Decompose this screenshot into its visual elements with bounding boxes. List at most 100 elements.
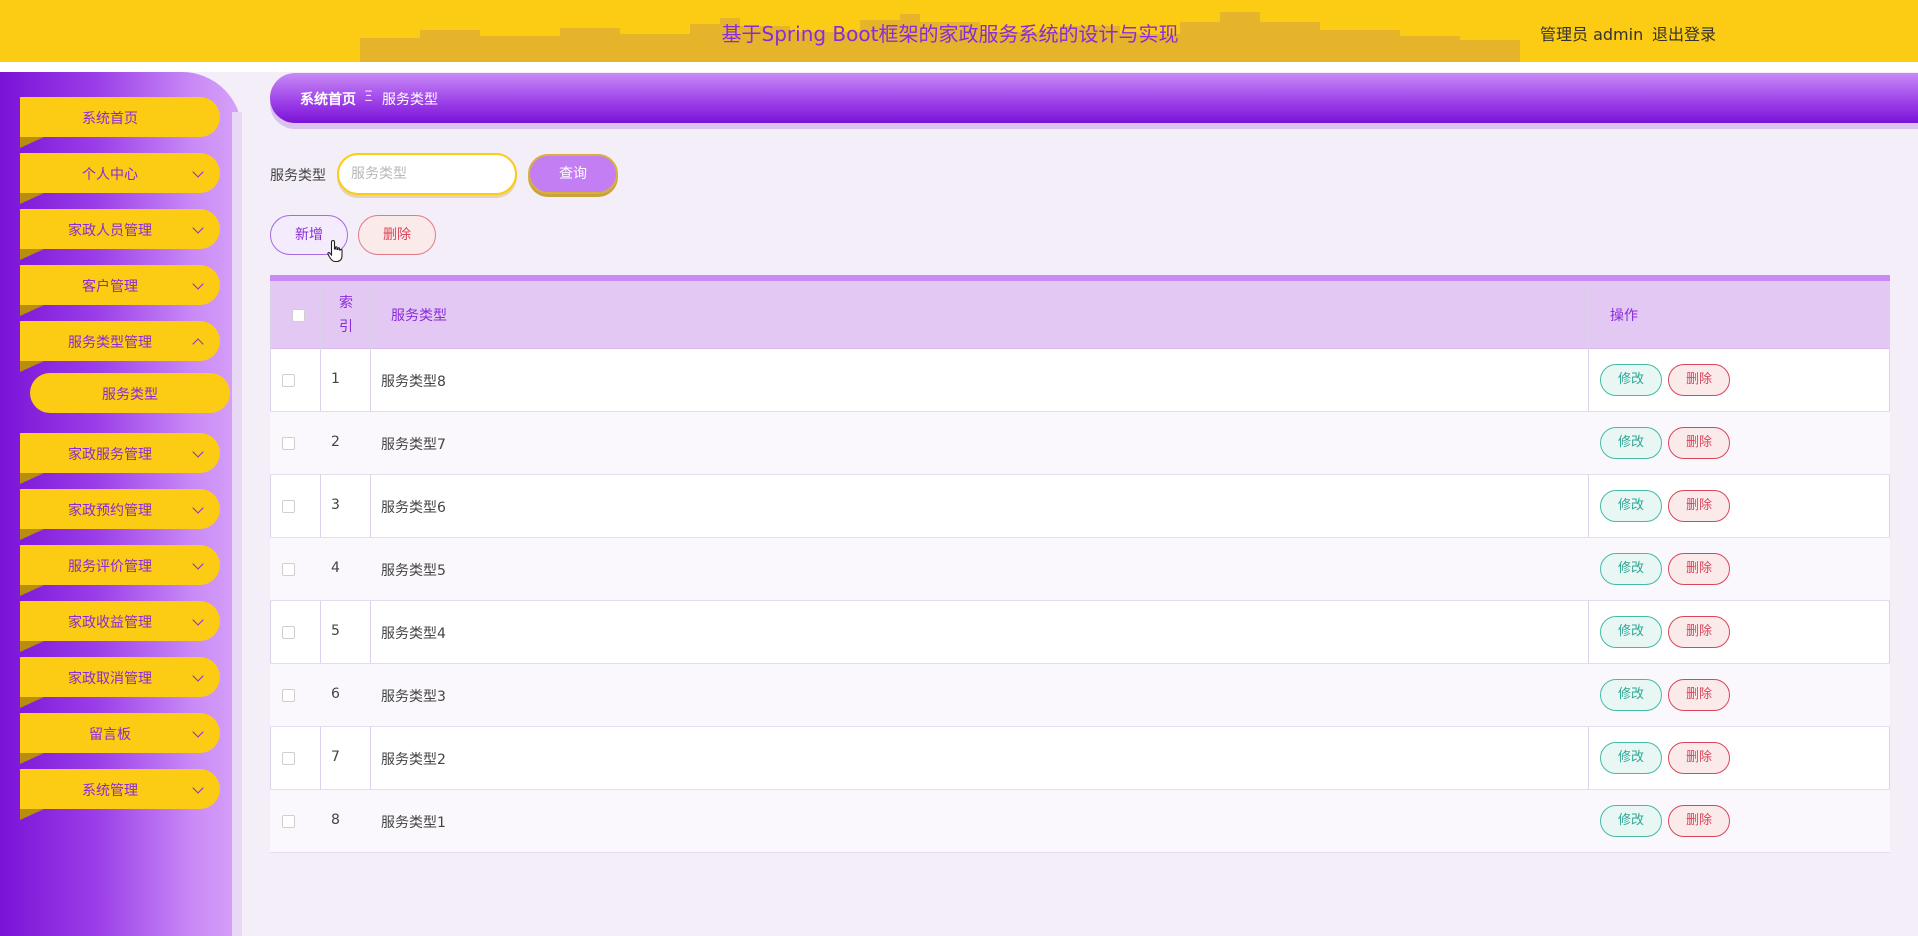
delete-button[interactable]: 删除 [1668, 742, 1730, 774]
row-checkbox[interactable] [282, 752, 295, 765]
edit-button[interactable]: 修改 [1600, 805, 1662, 837]
sidebar-item-message-board[interactable]: 留言板 [20, 713, 220, 764]
row-checkbox[interactable] [282, 374, 295, 387]
sidebar-item-appointments[interactable]: 家政预约管理 [20, 489, 220, 540]
search-input[interactable] [337, 153, 517, 195]
edit-button[interactable]: 修改 [1600, 616, 1662, 648]
table-row: 3 服务类型6 修改 删除 [270, 475, 1890, 538]
sidebar-item-profile[interactable]: 个人中心 [20, 153, 220, 204]
th-index-line2: 引 [339, 319, 353, 335]
row-service-type: 服务类型8 [381, 374, 446, 390]
service-type-table: 索 引 服务类型 操作 1 服务类型8 修改 删除 2 服务类型7 修改 删除 … [270, 275, 1890, 853]
delete-button[interactable]: 删除 [1668, 490, 1730, 522]
sidebar-item-system[interactable]: 系统管理 [20, 769, 220, 820]
th-index-line1: 索 [339, 295, 353, 311]
edit-button[interactable]: 修改 [1600, 679, 1662, 711]
ribbon-fold [20, 249, 44, 260]
sidebar-item-label: 家政收益管理 [68, 615, 152, 631]
sidebar-item-label: 系统管理 [82, 783, 138, 799]
row-service-type: 服务类型5 [381, 563, 446, 579]
delete-button[interactable]: 删除 [1668, 553, 1730, 585]
row-service-type: 服务类型7 [381, 437, 446, 453]
table-row: 2 服务类型7 修改 删除 [270, 412, 1890, 475]
sidebar-item-label: 家政取消管理 [68, 671, 152, 687]
ribbon-fold [20, 473, 44, 484]
table-row: 5 服务类型4 修改 删除 [270, 601, 1890, 664]
top-header: 基于Spring Boot框架的家政服务系统的设计与实现 管理员 admin 退… [0, 0, 1918, 62]
row-index: 4 [331, 560, 340, 576]
table-row: 8 服务类型1 修改 删除 [270, 790, 1890, 853]
row-service-type: 服务类型3 [381, 689, 446, 705]
delete-button[interactable]: 删除 [1668, 364, 1730, 396]
sidebar-item-label: 家政服务管理 [68, 447, 152, 463]
row-index: 8 [331, 812, 340, 828]
row-service-type: 服务类型2 [381, 752, 446, 768]
sidebar-item-label: 系统首页 [82, 111, 138, 127]
breadcrumb-home[interactable]: 系统首页 [300, 89, 356, 109]
delete-button[interactable]: 删除 [1668, 427, 1730, 459]
sidebar-item-services[interactable]: 家政服务管理 [20, 433, 220, 484]
ribbon-fold [20, 585, 44, 596]
ribbon-fold [20, 529, 44, 540]
sidebar-item-label: 家政预约管理 [68, 503, 152, 519]
sidebar-item-label: 家政人员管理 [68, 223, 152, 239]
query-button[interactable]: 查询 [528, 154, 618, 194]
delete-button[interactable]: 删除 [1668, 679, 1730, 711]
sidebar-item-staff[interactable]: 家政人员管理 [20, 209, 220, 260]
row-checkbox[interactable] [282, 626, 295, 639]
row-checkbox[interactable] [282, 563, 295, 576]
sidebar-item-home[interactable]: 系统首页 [20, 97, 220, 148]
search-label: 服务类型 [270, 168, 326, 184]
ribbon-fold [20, 809, 44, 820]
row-index: 5 [331, 623, 340, 639]
edit-button[interactable]: 修改 [1600, 742, 1662, 774]
ribbon-fold [20, 193, 44, 204]
sidebar-item-earnings[interactable]: 家政收益管理 [20, 601, 220, 652]
table-row: 6 服务类型3 修改 删除 [270, 664, 1890, 727]
row-service-type: 服务类型6 [381, 500, 446, 516]
row-index: 7 [331, 749, 340, 765]
delete-button[interactable]: 删除 [1668, 616, 1730, 648]
batch-delete-button[interactable]: 删除 [358, 215, 436, 255]
row-checkbox[interactable] [282, 815, 295, 828]
sidebar-item-reviews[interactable]: 服务评价管理 [20, 545, 220, 596]
table-header: 索 引 服务类型 操作 [270, 281, 1890, 349]
hand-cursor-icon [327, 239, 343, 263]
row-index: 6 [331, 686, 340, 702]
row-index: 1 [331, 371, 340, 387]
sidebar-item-label: 留言板 [89, 727, 131, 743]
breadcrumb-separator: Ξ [364, 89, 373, 105]
sidebar-item-cancellations[interactable]: 家政取消管理 [20, 657, 220, 708]
select-all-checkbox[interactable] [292, 309, 305, 322]
edit-button[interactable]: 修改 [1600, 427, 1662, 459]
ribbon-fold [20, 641, 44, 652]
sidebar-item-customers[interactable]: 客户管理 [20, 265, 220, 316]
breadcrumb-current: 服务类型 [382, 92, 438, 108]
logout-link[interactable]: 退出登录 [1652, 21, 1716, 45]
row-checkbox[interactable] [282, 500, 295, 513]
current-user: 管理员 admin [1540, 25, 1644, 44]
row-index: 3 [331, 497, 340, 513]
edit-button[interactable]: 修改 [1600, 364, 1662, 396]
ribbon-fold [20, 361, 44, 372]
ribbon-fold [20, 305, 44, 316]
header-divider [0, 62, 1918, 72]
edit-button[interactable]: 修改 [1600, 490, 1662, 522]
sidebar-item-label: 个人中心 [82, 167, 138, 183]
row-index: 2 [331, 434, 340, 450]
sidebar-item-service-types[interactable]: 服务类型管理 [20, 321, 220, 372]
row-service-type: 服务类型4 [381, 626, 446, 642]
breadcrumb: 系统首页 Ξ 服务类型 [270, 73, 1918, 123]
row-checkbox[interactable] [282, 437, 295, 450]
ribbon-fold [20, 137, 44, 148]
sidebar-item-label: 客户管理 [82, 279, 138, 295]
ribbon-fold [20, 753, 44, 764]
delete-button[interactable]: 删除 [1668, 805, 1730, 837]
table-row: 4 服务类型5 修改 删除 [270, 538, 1890, 601]
sidebar-subitem-service-type[interactable]: 服务类型 [30, 373, 230, 413]
sidebar-item-label: 服务类型管理 [68, 335, 152, 351]
table-row: 1 服务类型8 修改 删除 [270, 349, 1890, 412]
edit-button[interactable]: 修改 [1600, 553, 1662, 585]
row-checkbox[interactable] [282, 689, 295, 702]
sidebar-item-label: 服务评价管理 [68, 559, 152, 575]
